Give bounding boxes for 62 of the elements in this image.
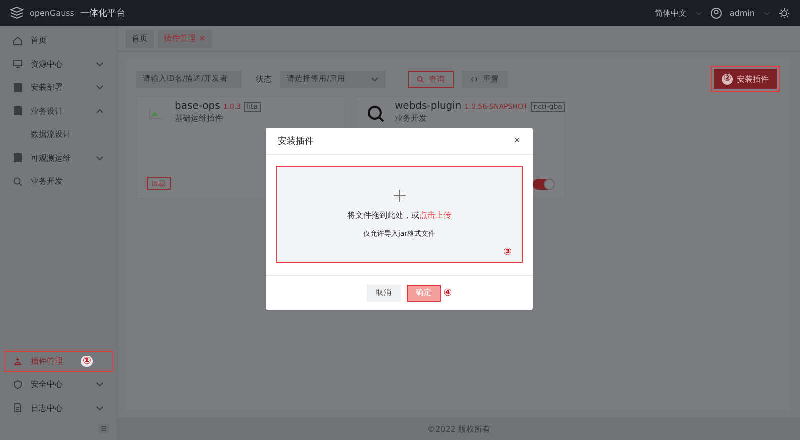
collapse-menu-icon[interactable]: [99, 424, 109, 434]
sidebar-item[interactable]: 业务设计: [3, 100, 114, 123]
plugin-description: 业务开发: [395, 113, 428, 124]
shield-icon: [13, 380, 23, 390]
status-label: 状态: [256, 74, 272, 84]
logo-text: openGauss: [30, 8, 74, 18]
sidebar-item-label: 可观测运维: [31, 152, 71, 164]
toggle-switch[interactable]: [533, 179, 555, 190]
sidebar-item[interactable]: 可观测运维: [3, 146, 114, 170]
chevron-down-icon: [694, 10, 703, 16]
query-button[interactable]: 查询: [408, 70, 454, 88]
language-selector[interactable]: 简体中文: [654, 8, 687, 18]
document-icon: [13, 82, 23, 93]
user-menu[interactable]: admin: [730, 8, 755, 18]
sidebar-item-label: 插件管理: [31, 356, 63, 367]
sidebar-item[interactable]: 安装部署: [3, 76, 114, 100]
sidebar-subitem[interactable]: 数据流设计: [3, 123, 114, 146]
plus-icon: [394, 190, 406, 202]
reset-button[interactable]: 重置: [462, 70, 508, 88]
sidebar-item[interactable]: 业务开发: [3, 170, 114, 194]
annotation-marker: ①: [81, 356, 94, 367]
search-icon: [417, 76, 424, 82]
sidebar-item-label: 安全中心: [31, 379, 63, 390]
sidebar-item-label: 数据流设计: [31, 129, 71, 140]
dialog-title: 安装插件: [278, 136, 314, 148]
sidebar-item-label: 日志中心: [31, 402, 63, 414]
sidebar-item-label: 安装部署: [31, 82, 63, 94]
chevron-down-icon: [371, 76, 379, 82]
annotation-marker: ④: [444, 288, 452, 298]
plugin-name: webds-plugin: [395, 101, 462, 112]
document-icon: [13, 153, 23, 164]
document-icon: [13, 106, 23, 116]
annotation-marker: ③: [504, 247, 512, 258]
close-button[interactable]: ×: [513, 136, 521, 146]
plugin-description: 基础运维插件: [175, 113, 224, 124]
search-icon: [367, 105, 385, 123]
upload-link[interactable]: 点击上传: [420, 211, 452, 220]
chevron-down-icon: [763, 10, 771, 16]
file-icon: [13, 403, 23, 414]
theme-icon[interactable]: [779, 8, 790, 18]
app-title: 一体化平台: [80, 8, 126, 20]
sidebar-item[interactable]: 安全中心: [3, 373, 114, 396]
sidebar-item-label: 业务开发: [31, 176, 63, 188]
annotation-marker: ②: [722, 74, 733, 84]
sidebar-item-label: 首页: [31, 35, 47, 46]
sidebar-item[interactable]: 首页: [3, 29, 114, 52]
logo-icon: [10, 7, 24, 19]
tab[interactable]: 首页: [126, 30, 154, 48]
user-icon: [710, 8, 722, 18]
sidebar-item[interactable]: 插件管理 ①: [3, 350, 114, 373]
plugin-icon: [13, 356, 23, 366]
home-icon: [13, 36, 23, 46]
plugin-name: base-ops: [175, 101, 220, 112]
sidebar-item-label: 资源中心: [31, 58, 63, 70]
upload-prompt: 将文件拖到此处，或点击上传: [348, 210, 452, 221]
install-plugin-button[interactable]: ② 安装插件: [714, 69, 777, 89]
sidebar-item[interactable]: 资源中心: [3, 52, 114, 76]
monitor-icon: [13, 59, 23, 70]
sidebar-item-label: 业务设计: [31, 106, 63, 117]
refresh-icon: [471, 76, 478, 82]
search-icon: [13, 176, 23, 187]
sidebar-item[interactable]: 日志中心: [3, 396, 114, 420]
